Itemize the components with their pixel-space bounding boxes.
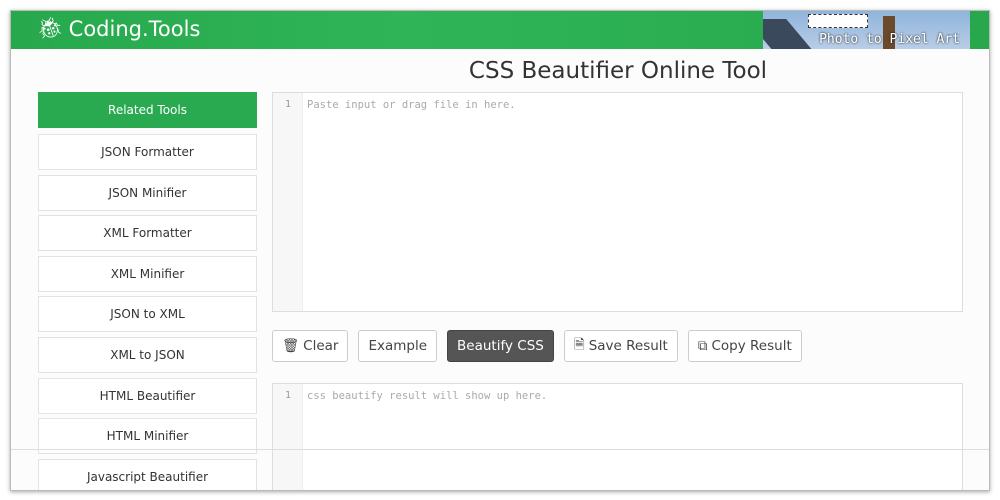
- sidebar-item-json-minifier[interactable]: JSON Minifier: [38, 174, 257, 211]
- page-title: CSS Beautifier Online Tool: [468, 58, 768, 84]
- logo[interactable]: 🐞︎ Coding.Tools: [37, 16, 200, 41]
- sidebar-item-javascript-beautifier[interactable]: Javascript Beautifier: [38, 458, 257, 490]
- bug-icon: 🐞︎: [37, 16, 64, 40]
- file-download-icon: 🗎: [573, 336, 585, 353]
- output-editor[interactable]: 1 css beautify result will show up here.: [272, 383, 963, 490]
- copy-result-button[interactable]: ⧉ Copy Result: [687, 330, 802, 362]
- input-editor[interactable]: 1 Paste input or drag file in here.: [272, 92, 963, 312]
- page-frame: 🐞︎ Coding.Tools Photo to Pixel Art CSS Be…: [10, 10, 990, 491]
- sidebar-heading-related-tools: Related Tools: [38, 92, 257, 128]
- toolbar: 🗑︎ Clear Example Beautify CSS 🗎 Save Resul…: [272, 330, 802, 362]
- sidebar-item-xml-formatter[interactable]: XML Formatter: [38, 215, 257, 252]
- output-placeholder: css beautify result will show up here.: [307, 390, 548, 402]
- sidebar-item-json-to-xml[interactable]: JSON to XML: [38, 296, 257, 333]
- banner-ad[interactable]: Photo to Pixel Art: [763, 11, 970, 49]
- sidebar-item-xml-to-json[interactable]: XML to JSON: [38, 336, 257, 373]
- line-gutter: [273, 93, 303, 311]
- divider: [11, 449, 989, 450]
- copy-icon: ⧉: [697, 338, 708, 354]
- input-placeholder: Paste input or drag file in here.: [307, 99, 516, 111]
- clear-button[interactable]: 🗑︎ Clear: [272, 330, 349, 362]
- beautify-button[interactable]: Beautify CSS: [447, 330, 554, 362]
- sidebar: Related Tools JSON Formatter JSON Minifi…: [38, 92, 257, 490]
- sidebar-item-html-beautifier[interactable]: HTML Beautifier: [38, 377, 257, 414]
- sidebar-item-json-formatter[interactable]: JSON Formatter: [38, 134, 257, 170]
- header: 🐞︎ Coding.Tools Photo to Pixel Art: [11, 11, 989, 49]
- example-button[interactable]: Example: [358, 330, 438, 362]
- trash-icon: 🗑︎: [282, 338, 300, 354]
- save-result-button[interactable]: 🗎 Save Result: [563, 330, 678, 362]
- sidebar-item-xml-minifier[interactable]: XML Minifier: [38, 255, 257, 292]
